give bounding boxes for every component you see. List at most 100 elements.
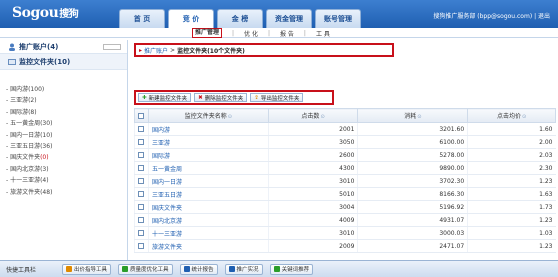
delete-folder-label: 删除监控文件夹 (204, 95, 244, 102)
folder-name-link[interactable]: 国庆文件夹 (147, 200, 269, 214)
bid-guide-button[interactable]: 出价指导工具 (62, 263, 112, 275)
live-promo-button[interactable]: 推广实况 (224, 263, 263, 275)
delete-icon: ✖ (198, 94, 203, 101)
subnav-report[interactable]: 报 告 (280, 29, 294, 38)
sidebar-account-header[interactable]: 推广账户(4) (0, 40, 127, 54)
report-icon (183, 266, 190, 272)
sidebar-item-label: 国际游 (10, 108, 29, 116)
new-folder-label: 新建监控文件夹 (148, 95, 188, 102)
row-checkbox[interactable] (134, 239, 149, 253)
folder-name-link[interactable]: 三亚游 (147, 135, 269, 149)
select-all-checkbox[interactable] (134, 108, 149, 123)
row-checkbox[interactable] (134, 187, 149, 201)
sidebar-item-oct-sanya[interactable]: - 十一三亚游(4) (0, 175, 127, 186)
new-folder-button[interactable]: ✚ 新建监控文件夹 (138, 93, 192, 102)
sidebar-account-select[interactable] (103, 44, 121, 50)
row-checkbox[interactable] (134, 135, 149, 149)
table-row: 国内游 2001 3201.60 1.60 (134, 122, 556, 136)
sidebar-item-sanya-five-day[interactable]: - 三亚五日游(36) (0, 141, 127, 152)
sidebar-item-count: (30) (40, 120, 53, 128)
subnav-optimize[interactable]: 优 化 (244, 29, 258, 38)
sidebar-item-travel[interactable]: - 旅游文件夹(48) (0, 187, 127, 198)
table-header-row: 监控文件夹名称⊙ 点击数⊙ 消耗⊙ 点击均价⊙ (134, 108, 556, 123)
sidebar-item-label: 国庆文件夹 (10, 154, 41, 162)
sidebar-item-day-trip[interactable]: - 国内一日游(10) (0, 130, 127, 141)
sidebar-item-beijing[interactable]: - 国内北京游(3) (0, 164, 127, 175)
avg-price-cell: 2.00 (467, 135, 556, 149)
column-header-cost[interactable]: 消耗⊙ (357, 108, 469, 123)
table-row: 十一三亚游 3010 3000.03 1.03 (134, 226, 556, 240)
sidebar-item-count: (8) (28, 108, 37, 116)
sidebar-item-sanya[interactable]: - 三亚游(2) (0, 95, 127, 106)
folder-name-link[interactable]: 国内北京游 (147, 213, 269, 227)
column-header-avg-price[interactable]: 点击均价⊙ (467, 108, 556, 123)
table-row: 国庆文件夹 3004 5196.92 1.73 (134, 200, 556, 214)
avg-price-cell: 1.23 (467, 174, 556, 188)
sidebar-account-label: 推广账户(4) (19, 42, 59, 51)
sidebar-item-count: (10) (40, 131, 53, 139)
sidebar-item-national-day[interactable]: - 国庆文件夹(0) (0, 152, 127, 163)
avg-price-cell: 1.63 (467, 187, 556, 201)
column-label: 点击均价 (496, 113, 521, 120)
column-header-folder-name[interactable]: 监控文件夹名称⊙ (147, 108, 269, 123)
folder-name-link[interactable]: 国内一日游 (147, 174, 269, 188)
sidebar-item-label: 十一三亚游 (10, 177, 41, 185)
sidebar-item-label: 国内北京游 (10, 165, 41, 173)
cost-cell: 3702.30 (357, 174, 468, 188)
stats-report-button[interactable]: 统计报告 (179, 263, 218, 275)
row-checkbox[interactable] (134, 174, 149, 188)
table-row: 国际游 2600 5278.00 2.03 (134, 148, 556, 162)
sidebar-item-domestic[interactable]: - 国内游(100) (0, 84, 127, 95)
avg-price-cell: 1.23 (467, 239, 556, 253)
export-folder-label: 导出监控文件夹 (260, 95, 300, 102)
sidebar-item-count: (2) (28, 97, 37, 105)
cost-cell: 2471.07 (357, 239, 468, 253)
breadcrumb-link-account[interactable]: 推广账户 (144, 46, 168, 55)
breadcrumb-arrow-icon: ▸ (139, 46, 143, 54)
folder-name-link[interactable]: 五一黄金周 (147, 161, 269, 175)
plus-icon: ✚ (142, 94, 147, 101)
row-checkbox[interactable] (134, 226, 149, 240)
breadcrumb-separator: > (170, 46, 176, 54)
sidebar-item-golden-week[interactable]: - 五一黄金周(30) (0, 118, 127, 129)
subnav-tools[interactable]: 工 具 (316, 29, 330, 38)
folder-name-link[interactable]: 国际游 (147, 148, 269, 162)
folder-name-link[interactable]: 国内游 (147, 122, 269, 136)
row-checkbox[interactable] (134, 161, 149, 175)
subnav-promotion-management[interactable]: 推广管理 (192, 28, 223, 38)
folder-name-link[interactable]: 三亚五日游 (147, 187, 269, 201)
row-checkbox[interactable] (134, 213, 149, 227)
sidebar-item-international[interactable]: - 国际游(8) (0, 107, 127, 118)
tab-account-management[interactable]: 账号管理 (315, 9, 361, 28)
sort-icon: ⊙ (227, 114, 232, 120)
folder-toolbar: ✚ 新建监控文件夹 ✖ 删除监控文件夹 ⇪ 导出监控文件夹 (134, 90, 334, 105)
keyword-recommend-button[interactable]: 关键词推荐 (269, 263, 314, 275)
folder-name-link[interactable]: 十一三亚游 (147, 226, 269, 240)
column-header-clicks[interactable]: 点击数⊙ (267, 108, 359, 123)
tab-fund-management[interactable]: 资金管理 (266, 9, 312, 28)
column-label: 监控文件夹名称 (184, 113, 227, 120)
sidebar-item-count: (100) (28, 86, 45, 93)
table-row: 国内一日游 3010 3702.30 1.23 (134, 174, 556, 188)
tab-bidding[interactable]: 竞 价 (168, 9, 214, 28)
folder-table: 监控文件夹名称⊙ 点击数⊙ 消耗⊙ 点击均价⊙ 国内游 2001 3201.60 1.… (134, 108, 556, 253)
clicks-cell: 3050 (267, 135, 358, 149)
clicks-cell: 2009 (267, 239, 358, 253)
folder-name-link[interactable]: 旅游文件夹 (147, 239, 269, 253)
quality-optimize-button[interactable]: 质量度优化工具 (118, 263, 173, 275)
sidebar-item-count: (3) (40, 165, 49, 173)
delete-folder-button[interactable]: ✖ 删除监控文件夹 (194, 93, 248, 102)
quality-optimize-label: 质量度优化工具 (130, 267, 169, 273)
row-checkbox[interactable] (134, 200, 149, 214)
tab-golden-list[interactable]: 金 榜 (217, 9, 263, 28)
row-checkbox[interactable] (134, 122, 149, 136)
export-folder-button[interactable]: ⇪ 导出监控文件夹 (250, 93, 304, 102)
account-info[interactable]: 搜狗推广服务部 (bpp@sogou.com) | 退出 (433, 11, 550, 20)
sogou-logo[interactable]: Sogou搜狗 (12, 5, 79, 21)
row-checkbox[interactable] (134, 148, 149, 162)
avg-price-cell: 1.23 (467, 213, 556, 227)
avg-price-cell: 1.03 (467, 226, 556, 240)
sidebar-monitor-folder-header[interactable]: 监控文件夹(10) (0, 54, 127, 70)
sort-icon: ⊙ (320, 114, 325, 120)
tab-home[interactable]: 首 页 (119, 9, 165, 28)
